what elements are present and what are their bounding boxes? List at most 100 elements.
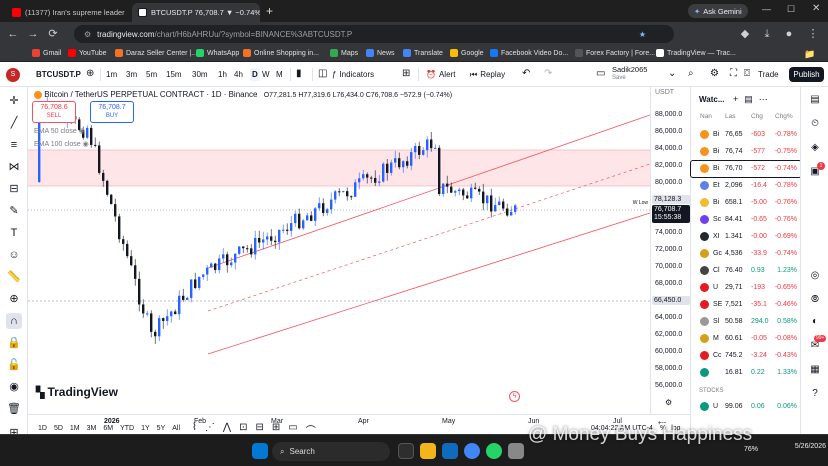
pattern-icon[interactable]: ⋈ xyxy=(6,159,22,175)
bookmark-star-icon[interactable]: ★ xyxy=(639,30,646,39)
interval-30m[interactable]: 30m xyxy=(192,68,208,81)
list-item[interactable]: Cc 745.2 -3.24 -0.43% xyxy=(691,348,801,364)
range-6m[interactable]: 6M xyxy=(103,425,113,432)
gemini-button[interactable]: ✦ Ask Gemini xyxy=(688,4,748,18)
redo-icon[interactable]: ↷ xyxy=(544,68,552,81)
range-5y[interactable]: 5Y xyxy=(157,425,166,432)
list-item[interactable]: U 99.06 0.06 0.06% xyxy=(691,399,801,415)
bookmark-forex-factory[interactable]: Forex Factory | Fore... xyxy=(575,49,655,57)
chat-icon[interactable]: ◐ xyxy=(808,315,822,329)
interval-d[interactable]: D xyxy=(250,68,260,81)
windows-start-icon[interactable] xyxy=(252,443,268,459)
price-chart[interactable]: W Low xyxy=(28,87,650,414)
file-explorer-icon[interactable] xyxy=(420,443,436,459)
sell-button[interactable]: 76,708.6 SELL xyxy=(32,101,76,123)
signal-icon[interactable]: ⦾ xyxy=(808,293,822,307)
clock-icon[interactable]: ⏲ xyxy=(808,117,822,131)
range-1y[interactable]: 1Y xyxy=(141,425,150,432)
whatsapp-icon[interactable] xyxy=(486,443,502,459)
site-info-icon[interactable]: ⚙ xyxy=(84,30,91,39)
event-marker-icon[interactable]: ϟ xyxy=(509,391,520,402)
compare-symbol-icon[interactable]: ⊕ xyxy=(86,68,94,81)
tab-inactive[interactable]: (11377) Iran's supreme leader ✕ xyxy=(6,3,128,22)
taskbar-search[interactable]: ⌕ Search xyxy=(272,442,390,461)
projection-icon[interactable]: ⊟ xyxy=(6,181,22,197)
range-ytd[interactable]: YTD xyxy=(120,425,134,432)
bookmark-news[interactable]: News xyxy=(366,49,395,57)
eye-icon[interactable]: ◉ xyxy=(6,379,22,395)
undo-icon[interactable]: ↶ xyxy=(522,68,530,81)
layers-icon[interactable]: ◈ xyxy=(808,141,822,155)
range-5d[interactable]: 5D xyxy=(54,425,63,432)
list-item[interactable]: Gc 4,536 -33.9 -0.74% xyxy=(691,246,801,262)
bar-type-icon[interactable]: ◫ xyxy=(318,68,327,81)
lock-icon[interactable]: 🔒 xyxy=(6,335,22,351)
fullscreen-icon[interactable]: ⛶ xyxy=(730,68,737,81)
task-view-icon[interactable] xyxy=(398,443,414,459)
list-item[interactable]: Bi 658.1 -5.00 -0.76% xyxy=(691,195,801,211)
indicators-button[interactable]: ƒ Indicators xyxy=(332,68,374,81)
alert-button[interactable]: ⏰ Alert xyxy=(426,68,455,81)
list-item[interactable]: Cl 76.40 0.93 1.23% xyxy=(691,263,801,279)
list-item[interactable]: SE 7,521 -35.1 -0.46% xyxy=(691,297,801,313)
extension-icon[interactable]: ◆ xyxy=(738,27,752,41)
ema100-legend[interactable]: EMA 100 close ◉ xyxy=(34,140,89,148)
buy-button[interactable]: 76,708.7 BUY xyxy=(90,101,134,123)
interval-4h[interactable]: 4h xyxy=(234,68,243,81)
edge-icon[interactable] xyxy=(442,443,458,459)
bookmark-maps[interactable]: Maps xyxy=(330,49,358,57)
list-item[interactable]: Sc 84.41 -0.65 -0.76% xyxy=(691,212,801,228)
list-item[interactable]: XI 1.341 -0.00 -0.69% xyxy=(691,229,801,245)
magnet-icon[interactable]: ∩ xyxy=(6,313,22,329)
all-bookmarks-icon[interactable]: 📁 xyxy=(804,49,815,60)
symbol-search-button[interactable]: BTCUSDT.P xyxy=(36,68,81,81)
interval-15m[interactable]: 15m xyxy=(166,68,182,81)
ideas-icon[interactable]: ✉ 99+ xyxy=(808,335,827,353)
candles-icon[interactable]: ▮ xyxy=(296,68,302,81)
lock-drawings-icon[interactable]: 🔓 xyxy=(6,357,22,373)
price-axis[interactable]: USDT 88,000.0 86,000.0 84,000.0 82,000.0… xyxy=(650,87,690,414)
fib-icon[interactable]: ≡ xyxy=(6,137,22,153)
list-item[interactable]: Bi 76,65 -603 -0.78% xyxy=(691,127,801,143)
more-icon[interactable]: ⋯ xyxy=(759,94,768,105)
crosshair-icon[interactable]: ✛ xyxy=(6,93,22,109)
bookmark-tradingview[interactable]: TradingView — Trac... xyxy=(656,49,736,57)
bookmark-shopping[interactable]: Online Shopping in... xyxy=(243,49,319,57)
axis-settings-icon[interactable]: ⚙ xyxy=(665,398,672,407)
bookmark-translate[interactable]: Translate xyxy=(403,49,443,57)
watchlist-icon[interactable]: ▤ xyxy=(808,93,822,107)
bookmark-whatsapp[interactable]: WhatsApp xyxy=(196,49,239,57)
list-item[interactable]: Et 2,096 -16.4 -0.78% xyxy=(691,178,801,194)
bookmark-daraz[interactable]: Daraz Seller Center |... xyxy=(115,49,197,57)
bookmark-youtube[interactable]: YouTube xyxy=(68,49,107,57)
ema50-legend[interactable]: EMA 50 close ◉ xyxy=(34,127,85,135)
trend-line-icon[interactable]: ╱ xyxy=(6,115,22,131)
profile-avatar[interactable]: ● xyxy=(782,27,796,41)
maximize-button[interactable]: ☐ xyxy=(787,4,795,15)
app-icon[interactable] xyxy=(508,443,524,459)
notifications-icon[interactable]: ▣ 1 xyxy=(808,162,825,179)
list-item[interactable]: 16.81 0.22 1.33% xyxy=(691,365,801,381)
layout-icon[interactable]: ▤ xyxy=(744,94,753,105)
ruler-icon[interactable]: 📏 xyxy=(6,269,22,285)
reload-icon[interactable]: ⟳ xyxy=(46,27,60,41)
trade-button[interactable]: Trade xyxy=(758,68,779,81)
chart-pane[interactable]: W Low Bitcoin / TetherUS PERPETUAL CONTR… xyxy=(28,87,650,414)
add-symbol-icon[interactable]: + xyxy=(733,94,738,105)
interval-m[interactable]: M xyxy=(276,68,283,81)
tab-active[interactable]: BTCUSDT.P 76,708.7 ▼ −0.74% ✕ xyxy=(132,3,260,22)
bookmark-google[interactable]: Google xyxy=(450,49,484,57)
layout-icon[interactable]: ▭ xyxy=(596,68,605,81)
menu-icon[interactable]: ⋮ xyxy=(806,27,820,41)
list-item[interactable]: Bi 76,74 -577 -0.75% xyxy=(691,144,801,160)
publish-button[interactable]: Publish xyxy=(789,67,824,82)
interval-5m[interactable]: 5m xyxy=(146,68,157,81)
range-1m[interactable]: 1M xyxy=(70,425,80,432)
target-icon[interactable]: ◎ xyxy=(808,269,822,283)
interval-1m[interactable]: 1m xyxy=(106,68,117,81)
download-icon[interactable]: ⤓ xyxy=(760,27,774,41)
zoom-icon[interactable]: ⊕ xyxy=(6,291,22,307)
eye-icon[interactable]: ◉ xyxy=(79,128,85,135)
watchlist-title[interactable]: Watc... xyxy=(699,95,724,104)
brush-icon[interactable]: ✎ xyxy=(6,203,22,219)
